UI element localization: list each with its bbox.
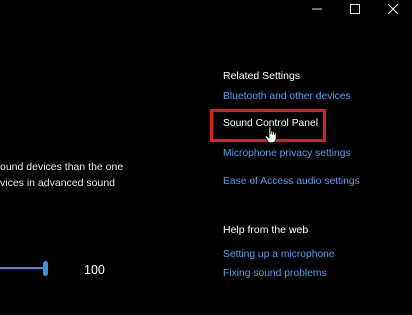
- related-settings-title: Related Settings: [223, 70, 301, 82]
- window-controls: [298, 0, 412, 18]
- minimize-button[interactable]: [298, 0, 336, 18]
- ease-of-access-audio-link[interactable]: Ease of Access audio settings: [223, 176, 360, 187]
- device-description: ound devices than the one vices in advan…: [0, 159, 123, 191]
- bluetooth-devices-link[interactable]: Bluetooth and other devices: [223, 91, 351, 102]
- volume-value: 100: [84, 263, 105, 277]
- help-title: Help from the web: [223, 224, 309, 236]
- hand-cursor-icon: [264, 126, 277, 144]
- close-icon: [388, 4, 398, 14]
- description-line: ound devices than the one: [0, 161, 124, 173]
- volume-slider-thumb[interactable]: [43, 261, 48, 276]
- maximize-icon: [350, 4, 360, 14]
- setting-up-microphone-link[interactable]: Setting up a microphone: [223, 249, 335, 260]
- minimize-icon: [312, 8, 322, 10]
- microphone-privacy-link[interactable]: Microphone privacy settings: [223, 148, 351, 159]
- fixing-sound-problems-link[interactable]: Fixing sound problems: [223, 268, 327, 279]
- maximize-button[interactable]: [336, 0, 374, 18]
- close-button[interactable]: [374, 0, 412, 18]
- volume-slider-track: [0, 267, 46, 269]
- volume-slider[interactable]: [0, 261, 60, 277]
- description-line: vices in advanced sound: [0, 177, 115, 189]
